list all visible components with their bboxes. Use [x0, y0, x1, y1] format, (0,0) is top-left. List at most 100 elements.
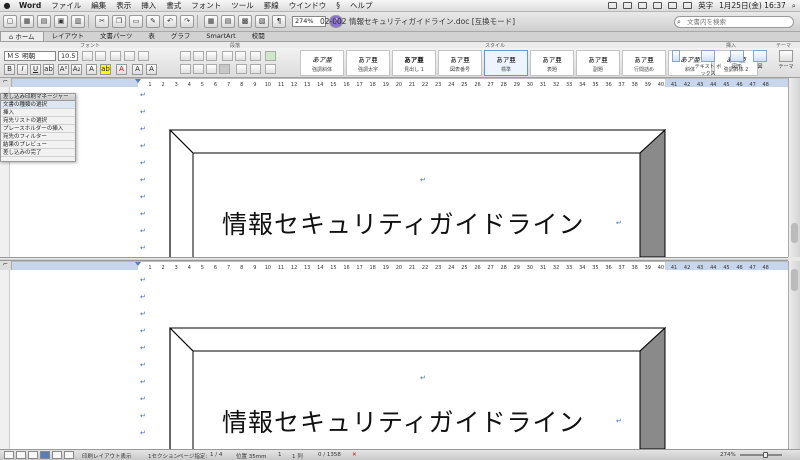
templates-icon[interactable]: ▦: [20, 15, 34, 28]
volume-icon[interactable]: [668, 2, 678, 9]
status-section[interactable]: 1セクション: [148, 452, 179, 460]
view-publishing-button[interactable]: [28, 451, 38, 459]
document-pane-bottom[interactable]: ↵ ↵ ↵ ↵ ↵ ↵ ↵ ↵ ↵ ↵ ↵ 情報セキュリティガイドライン ↵: [0, 270, 788, 449]
zoom-slider-knob[interactable]: [763, 452, 768, 458]
tab-layout[interactable]: レイアウト: [44, 31, 93, 41]
timemachine-icon[interactable]: [623, 2, 633, 9]
merge-item-complete[interactable]: 差し込みの完了: [1, 149, 75, 157]
view-notebook-button[interactable]: [52, 451, 62, 459]
sort-icon[interactable]: [250, 51, 261, 61]
menu-file[interactable]: ファイル: [46, 0, 86, 11]
underline-button[interactable]: U: [30, 64, 41, 75]
paste-icon[interactable]: ▭: [129, 15, 143, 28]
theme-button[interactable]: テーマ: [774, 50, 798, 70]
italic-button[interactable]: I: [17, 64, 28, 75]
view-draft-button[interactable]: [4, 451, 14, 459]
mail-merge-title[interactable]: 差し込み印刷マネージャー: [1, 94, 75, 101]
search-input[interactable]: ⌕ 文書内を検索: [674, 16, 794, 28]
paragraph-marks-icon[interactable]: ¶: [272, 15, 286, 28]
bluetooth-icon[interactable]: [638, 2, 648, 9]
horizontal-ruler-top[interactable]: 1 2 3 4 5 6 7 8 9 10 11 12 13 14 15 16 17 18 19 20 21 22 23 24 2…: [0, 78, 800, 88]
clear-format-icon[interactable]: [124, 51, 135, 61]
tab-table[interactable]: 表: [140, 31, 163, 41]
shapes-button[interactable]: 図形: [725, 50, 749, 70]
toolbox-icon[interactable]: ▩: [238, 15, 252, 28]
style-title[interactable]: あア亜 表題: [530, 50, 574, 76]
input-mode[interactable]: 英字: [698, 0, 713, 11]
gallery-icon[interactable]: ▧: [255, 15, 269, 28]
merge-item-recipients[interactable]: 宛先リストの選択: [1, 117, 75, 125]
view-outline-button[interactable]: [16, 451, 26, 459]
menu-edit[interactable]: 編集: [86, 0, 111, 11]
menu-window[interactable]: ウインドウ: [284, 0, 332, 11]
align-right-icon[interactable]: [206, 64, 217, 74]
tab-document-parts[interactable]: 文書パーツ: [92, 31, 140, 41]
redo-icon[interactable]: ↷: [180, 15, 194, 28]
justify-icon[interactable]: [219, 64, 230, 74]
scroll-thumb-bottom[interactable]: [791, 269, 798, 291]
apple-icon[interactable]: ●: [0, 1, 14, 10]
mail-merge-manager[interactable]: 差し込み印刷マネージャー 文書の種類の選択 挿入 宛先リストの選択 プレースホル…: [0, 93, 76, 162]
tab-smartart[interactable]: SmartArt: [198, 31, 243, 41]
grow-font-icon[interactable]: [82, 51, 93, 61]
menu-tools[interactable]: ツール: [226, 0, 259, 11]
styles-scroll-icon[interactable]: [668, 50, 684, 63]
highlight-button[interactable]: ab: [100, 64, 111, 75]
tab-home[interactable]: ⌂ ホーム: [0, 31, 44, 41]
menu-format[interactable]: 書式: [161, 0, 186, 11]
print-icon[interactable]: ▥: [71, 15, 85, 28]
text-effects-button[interactable]: A: [86, 64, 97, 75]
font-size-select[interactable]: 10.5: [58, 51, 78, 61]
document-pane-top[interactable]: ↵ ↵ ↵ ↵ ↵ ↵ ↵ ↵ ↵ ↵ ↵ 情報セキュリティガイドライン ↵: [0, 87, 788, 257]
status-page[interactable]: 1 / 4: [210, 452, 222, 458]
vertical-scrollbar-bottom[interactable]: [788, 261, 800, 449]
document-title-text[interactable]: 情報セキュリティガイドライン: [222, 205, 585, 241]
align-left-icon[interactable]: [180, 64, 191, 74]
font-color-button[interactable]: A: [116, 64, 127, 75]
new-doc-icon[interactable]: ▢: [3, 15, 17, 28]
bullets-icon[interactable]: [180, 51, 191, 61]
menu-borders[interactable]: 罫線: [259, 0, 284, 11]
vertical-scrollbar-top[interactable]: [788, 78, 800, 257]
style-subtitle[interactable]: あア亜 副題: [576, 50, 620, 76]
multilevel-icon[interactable]: [206, 51, 217, 61]
document-title-text[interactable]: 情報セキュリティガイドライン: [222, 403, 585, 439]
save-icon[interactable]: ▣: [54, 15, 68, 28]
picture-button[interactable]: 図: [750, 50, 770, 70]
subscript-button[interactable]: A₂: [71, 64, 82, 75]
copy-icon[interactable]: ❐: [112, 15, 126, 28]
cut-icon[interactable]: ✂: [95, 15, 109, 28]
clock[interactable]: 1月25日(金) 16:37: [719, 0, 786, 11]
menu-view[interactable]: 表示: [111, 0, 136, 11]
style-emphasis-bold[interactable]: あア亜 強調太字: [346, 50, 390, 76]
view-print-layout-button[interactable]: [40, 451, 50, 459]
spelling-status-icon[interactable]: ✕: [352, 452, 357, 458]
menu-app[interactable]: Word: [14, 1, 46, 10]
merge-item-placeholders[interactable]: プレースホルダーの挿入: [1, 125, 75, 133]
menu-font[interactable]: フォント: [186, 0, 226, 11]
borders-icon[interactable]: [265, 64, 276, 74]
superscript-button[interactable]: A²: [58, 64, 69, 75]
merge-item-preview[interactable]: 結果のプレビュー: [1, 141, 75, 149]
open-icon[interactable]: ▤: [37, 15, 51, 28]
scroll-thumb-top[interactable]: [791, 223, 798, 243]
line-spacing-icon[interactable]: [236, 64, 247, 74]
tab-chart[interactable]: グラフ: [163, 31, 199, 41]
menu-insert[interactable]: 挿入: [136, 0, 161, 11]
char-border-button[interactable]: A: [146, 64, 157, 75]
show-marks-icon[interactable]: [265, 51, 276, 61]
tab-review[interactable]: 校閲: [244, 31, 273, 41]
sidebar-icon[interactable]: ▤: [221, 15, 235, 28]
shading-icon[interactable]: [250, 64, 261, 74]
textbox-button[interactable]: テキスト ボックス: [694, 50, 722, 77]
merge-item-insert[interactable]: 挿入: [1, 109, 75, 117]
strikethrough-button[interactable]: ab: [43, 64, 54, 75]
style-caption[interactable]: あア亜 図表番号: [438, 50, 482, 76]
shrink-font-icon[interactable]: [95, 51, 106, 61]
style-emphasis-italic[interactable]: あア亜 強調斜体: [300, 50, 344, 76]
style-no-spacing[interactable]: あア亜 行間詰め: [622, 50, 666, 76]
format-painter-icon[interactable]: ✎: [146, 15, 160, 28]
undo-icon[interactable]: ↶: [163, 15, 177, 28]
spotlight-icon[interactable]: ⌕: [792, 1, 796, 11]
bold-button[interactable]: B: [4, 64, 15, 75]
